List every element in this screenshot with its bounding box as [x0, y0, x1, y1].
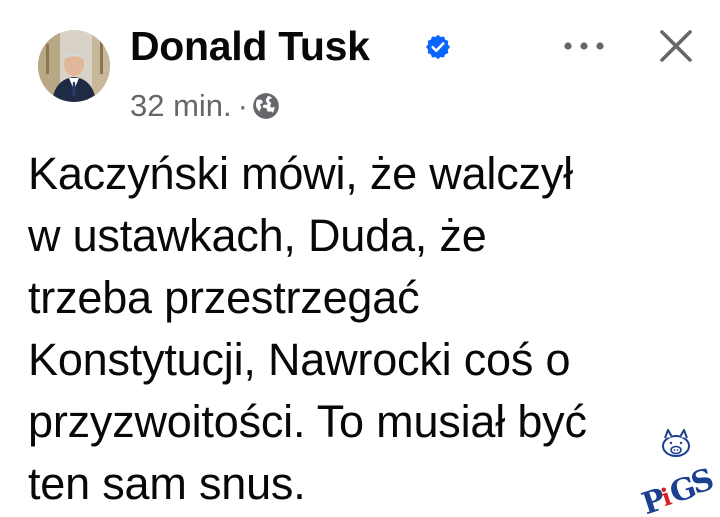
- pigs-watermark-logo: P i G S: [638, 429, 718, 517]
- more-options-icon: [564, 42, 604, 50]
- close-icon: [660, 30, 692, 62]
- author-avatar-image: [38, 30, 110, 102]
- post-meta: 32 min. ·: [130, 86, 280, 126]
- verified-badge-icon: [425, 34, 451, 60]
- close-button[interactable]: [650, 22, 702, 70]
- author-name[interactable]: Donald Tusk: [130, 22, 370, 70]
- more-options-button[interactable]: [558, 24, 610, 68]
- meta-separator: ·: [237, 88, 248, 123]
- post-timestamp[interactable]: 32 min.: [130, 88, 232, 124]
- globe-icon: [253, 93, 279, 119]
- post-text: Kaczyński mówi, że walczył w ustawkach, …: [28, 148, 587, 509]
- author-avatar[interactable]: [38, 30, 110, 102]
